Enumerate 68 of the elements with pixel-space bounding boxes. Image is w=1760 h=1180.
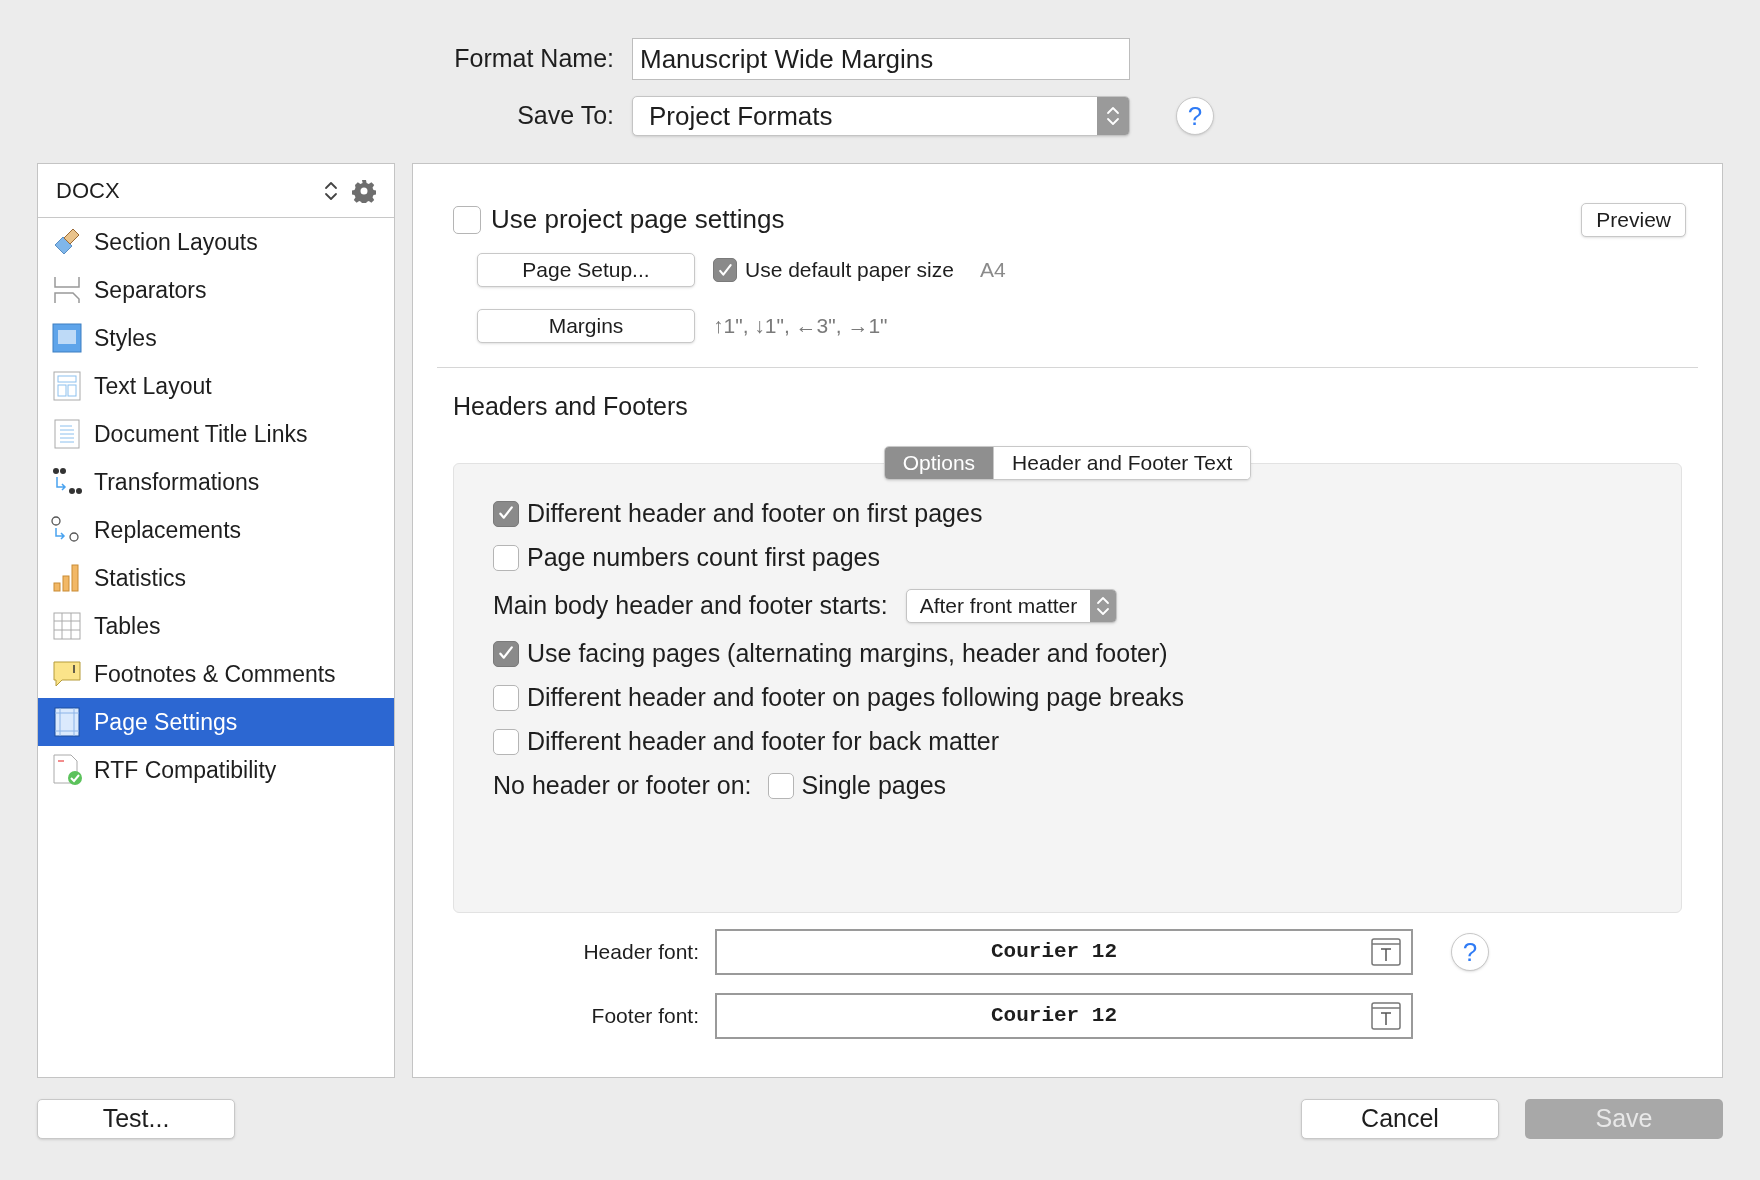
- checkbox-label: Single pages: [801, 769, 947, 801]
- sidebar-item[interactable]: Footnotes & Comments: [38, 650, 394, 698]
- field-label: Format Name:: [453, 43, 614, 75]
- checkbox-label: Different header and footer on first pages: [527, 497, 983, 529]
- help-button[interactable]: ?: [1451, 932, 1489, 971]
- page-setup-button[interactable]: Page Setup...: [477, 253, 695, 287]
- sidebar-item[interactable]: Page Settings: [38, 698, 394, 746]
- select-label: Main body header and footer starts:: [493, 589, 888, 621]
- checkbox-label: Use facing pages (alternating margins, header and footer): [527, 637, 1168, 669]
- page-break-icon: [52, 275, 82, 305]
- format-name-field[interactable]: Manuscript Wide Margins: [632, 38, 1130, 80]
- table-icon: [52, 611, 82, 641]
- sidebar-item[interactable]: Document Title Links: [38, 410, 394, 458]
- option-label: No header or footer on:: [493, 769, 752, 801]
- save-to-dropdown[interactable]: Project Formats: [632, 96, 1130, 136]
- document-check-icon: [51, 754, 83, 786]
- checkbox[interactable]: [493, 728, 519, 755]
- page-margins-icon: [52, 707, 82, 737]
- dropdown[interactable]: After front matter: [905, 588, 1118, 623]
- paragraph-style-icon: [52, 323, 82, 353]
- settings-icon[interactable]: [352, 178, 376, 203]
- sidebar-item[interactable]: Tables: [38, 602, 394, 650]
- field-label: Save To:: [516, 100, 614, 132]
- checkmark-icon: [716, 261, 734, 279]
- checkbox-label: Different header and footer on pages following page breaks: [527, 681, 1184, 713]
- checkbox[interactable]: [493, 640, 519, 667]
- checkbox-label: Use project page settings: [491, 203, 785, 236]
- layout-icon: [52, 371, 82, 401]
- preview-button[interactable]: Preview: [1581, 202, 1686, 237]
- font-label: Footer font:: [590, 1002, 699, 1029]
- section-title: Headers and Footers: [453, 391, 689, 422]
- sidebar-item[interactable]: RTF Compatibility: [38, 746, 394, 794]
- help-button[interactable]: ?: [1176, 97, 1214, 135]
- sidebar-item[interactable]: Separators: [38, 266, 394, 314]
- checkbox-label: Use default paper size: [745, 257, 954, 284]
- sidebar-item[interactable]: Replacements: [38, 506, 394, 554]
- margins-button[interactable]: Margins: [477, 309, 695, 343]
- sidebar-item[interactable]: Text Layout: [38, 362, 394, 410]
- sidebar-item[interactable]: Statistics: [38, 554, 394, 602]
- font-field[interactable]: Courier 12: [715, 928, 1413, 975]
- paper-size-text: A4: [979, 257, 1006, 284]
- test-button[interactable]: Test...: [37, 1099, 235, 1139]
- margins-summary: ↑1", ↓1", ←3", →1": [713, 313, 888, 340]
- checkbox[interactable]: [713, 258, 737, 282]
- font-panel-icon[interactable]: [1371, 937, 1401, 966]
- checkbox[interactable]: [493, 684, 519, 711]
- bar-chart-icon: [52, 563, 82, 593]
- sidebar-item[interactable]: Transformations: [38, 458, 394, 506]
- font-field[interactable]: Courier 12: [715, 992, 1413, 1039]
- font-panel-icon[interactable]: [1371, 1001, 1401, 1030]
- sidebar-item[interactable]: Styles: [38, 314, 394, 362]
- segment-tab[interactable]: Header and Footer Text: [993, 446, 1251, 479]
- footnote-icon: [52, 659, 82, 689]
- checkbox-label: Different header and footer for back matter: [527, 725, 1000, 757]
- checkbox[interactable]: [767, 772, 794, 799]
- checkbox[interactable]: [493, 500, 519, 527]
- paintbrush-icon: [52, 227, 82, 257]
- document-icon: [52, 419, 82, 449]
- stepper-icon: [324, 179, 338, 202]
- sidebar-item[interactable]: Section Layouts: [38, 218, 394, 266]
- font-label: Header font:: [582, 938, 699, 965]
- checkbox[interactable]: [453, 205, 481, 234]
- cancel-button[interactable]: Cancel: [1301, 1099, 1499, 1139]
- checkbox[interactable]: [493, 544, 519, 571]
- stepper-icon: [1106, 105, 1120, 127]
- format-type-label[interactable]: DOCX: [56, 174, 310, 207]
- checkbox-label: Page numbers count first pages: [527, 541, 880, 573]
- stepper-icon: [1096, 594, 1111, 617]
